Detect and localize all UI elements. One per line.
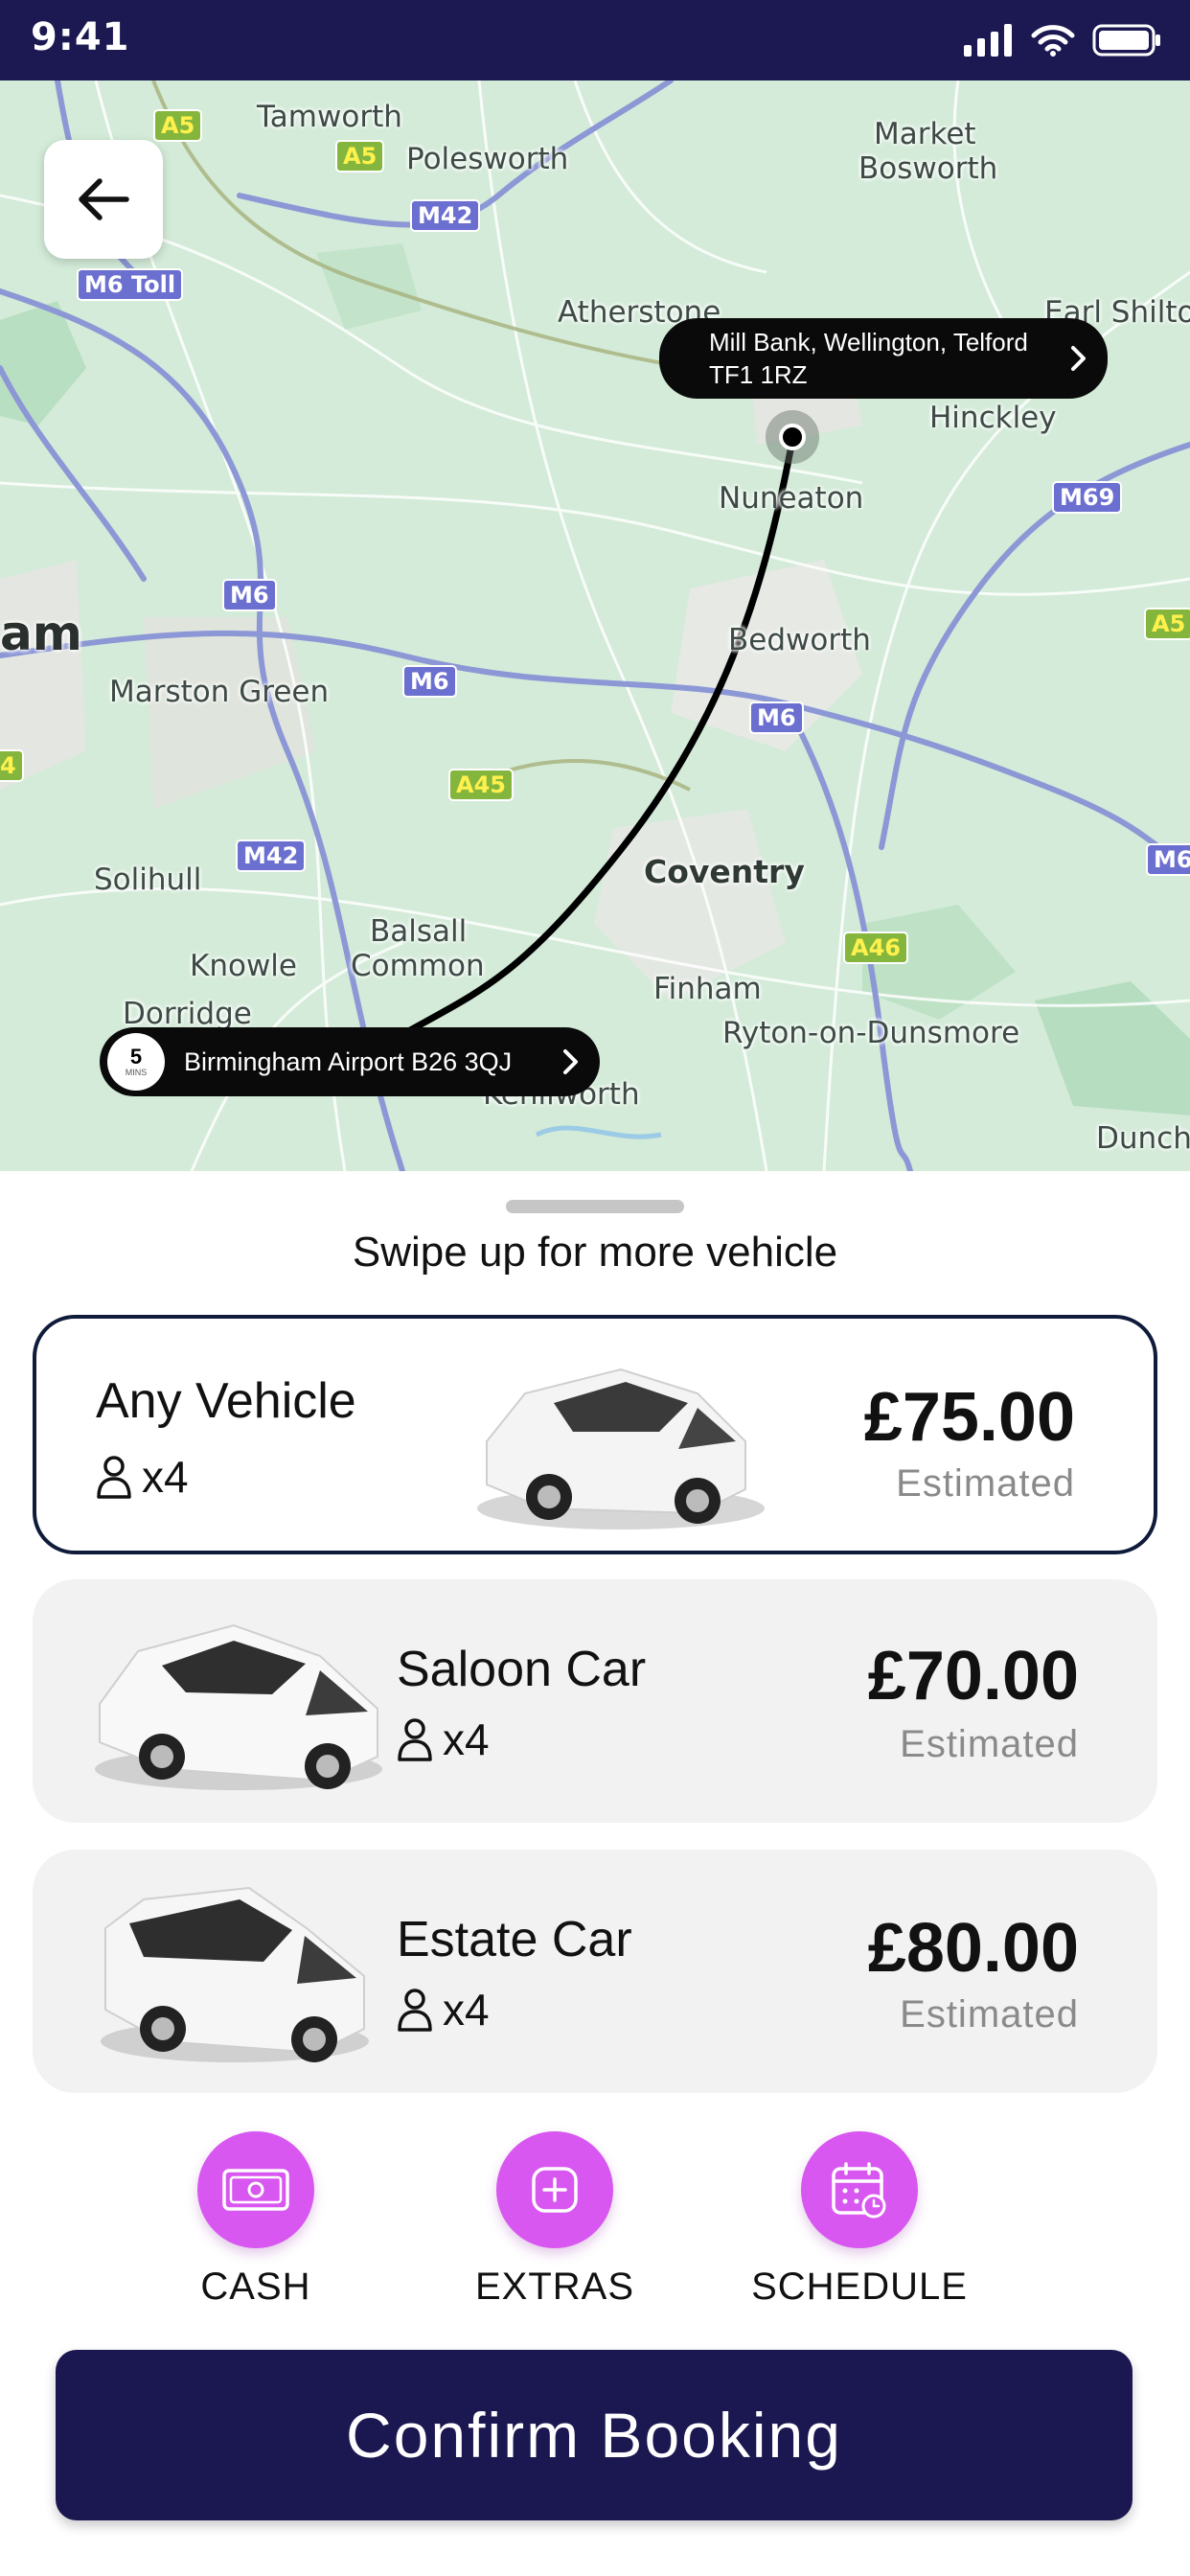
vehicle-price: £70.00 [867,1638,1079,1714]
origin-label: Birmingham Airport B26 3QJ [184,1046,513,1076]
cash-button[interactable]: CASH [146,2131,366,2309]
estate-car-image [101,1886,369,2062]
sedan-car-image [477,1368,765,1530]
confirm-booking-button[interactable]: Confirm Booking [56,2350,1133,2520]
person-icon [398,1989,432,2032]
schedule-button[interactable]: SCHEDULE [749,2131,970,2309]
place-label: Tamworth [257,100,402,134]
vehicle-passengers: x4 [96,1451,189,1503]
vehicle-option-any[interactable]: Any Vehicle x4 £75.00 Estimated [33,1315,1157,1554]
arrow-left-icon [79,178,129,220]
place-label: Common [351,949,485,983]
eta-unit: MINS [125,1068,148,1077]
status-icons [964,19,1161,61]
place-label: Finham [653,972,762,1006]
place-label: Hinckley [929,401,1057,435]
calendar-icon [832,2162,886,2219]
road-shield: M6 [749,702,804,734]
passenger-count: x4 [443,1985,490,2035]
road-shield: M6 [1146,843,1190,876]
place-label: Solihull [94,862,202,897]
road-shield: M6 [222,579,277,611]
battery-icon [1092,24,1160,57]
vehicle-name: Estate Car [397,1912,632,1967]
place-label: Dorridge [123,997,252,1031]
route-map[interactable]: Tamworth Polesworth Market Bosworth Athe… [0,80,1190,1171]
vehicle-passengers: x4 [397,1714,490,1765]
place-label: Balsall [370,914,468,949]
plus-icon [532,2167,578,2213]
destination-line1: Mill Bank, Wellington, Telford [709,328,1028,356]
back-button[interactable] [44,140,163,259]
road-shield: M69 [1052,481,1123,514]
extras-button[interactable]: EXTRAS [445,2131,665,2309]
destination-pill[interactable]: Mill Bank, Wellington, Telford TF1 1RZ [659,318,1108,399]
place-label: Bedworth [728,623,871,657]
road-shield: M6 [402,665,457,698]
road-shield: 4 [0,749,24,782]
cash-icon [222,2169,289,2211]
person-icon [97,1456,131,1499]
saloon-car-image [95,1623,382,1790]
vehicle-name: Saloon Car [397,1642,647,1697]
eta-value: 5 [129,1045,143,1069]
place-label: Knowle [190,949,297,983]
vehicle-name: Any Vehicle [96,1373,356,1429]
road-shield: A5 [153,109,203,142]
extras-label: EXTRAS [474,2266,635,2308]
place-label: Market [874,117,976,151]
road-shield: A5 [335,140,385,172]
road-shield: M42 [410,199,481,232]
road-shield: M6 Toll [77,268,184,301]
road-shield: A46 [843,932,908,964]
place-label: Marston Green [109,675,330,709]
vehicle-passengers: x4 [397,1984,490,2036]
wifi-icon [1031,25,1075,57]
vehicle-price: £75.00 [863,1379,1075,1456]
place-label: Ryton-on-Dunsmore [722,1016,1020,1050]
price-estimated-label: Estimated [896,1462,1075,1505]
passenger-count: x4 [443,1714,490,1764]
status-bar: 9:41 [0,0,1190,80]
signal-icon [964,24,1012,57]
place-label: Bosworth [858,151,998,186]
price-estimated-label: Estimated [900,1723,1079,1765]
vehicle-option-estate[interactable]: Estate Car x4 £80.00 Estimated [33,1850,1157,2093]
destination-line2: TF1 1RZ [709,360,808,389]
place-label: Dunch [1096,1121,1190,1156]
person-icon [398,1718,432,1761]
place-label: am [0,606,82,661]
place-label: Polesworth [406,142,569,176]
place-label: Coventry [644,853,805,890]
status-time: 9:41 [31,15,130,59]
sheet-drag-handle[interactable] [506,1200,684,1213]
road-shield: A5 [1144,608,1190,640]
chevron-right-icon [1071,346,1086,371]
road-shield: M42 [236,840,307,872]
vehicle-price: £80.00 [867,1910,1079,1987]
swipe-hint: Swipe up for more vehicle [352,1229,838,1276]
cash-label: CASH [200,2266,311,2308]
eta-badge: 5 MINS [107,1033,165,1091]
road-shield: A45 [448,769,514,801]
origin-pill[interactable]: 5 MINS Birmingham Airport B26 3QJ [100,1027,600,1096]
price-estimated-label: Estimated [900,1993,1079,2036]
vehicle-option-saloon[interactable]: Saloon Car x4 £70.00 Estimated [33,1579,1157,1823]
chevron-right-icon [563,1049,578,1074]
schedule-label: SCHEDULE [751,2266,968,2308]
place-label: Nuneaton [719,481,864,516]
destination-marker[interactable] [766,410,819,464]
passenger-count: x4 [142,1452,189,1502]
